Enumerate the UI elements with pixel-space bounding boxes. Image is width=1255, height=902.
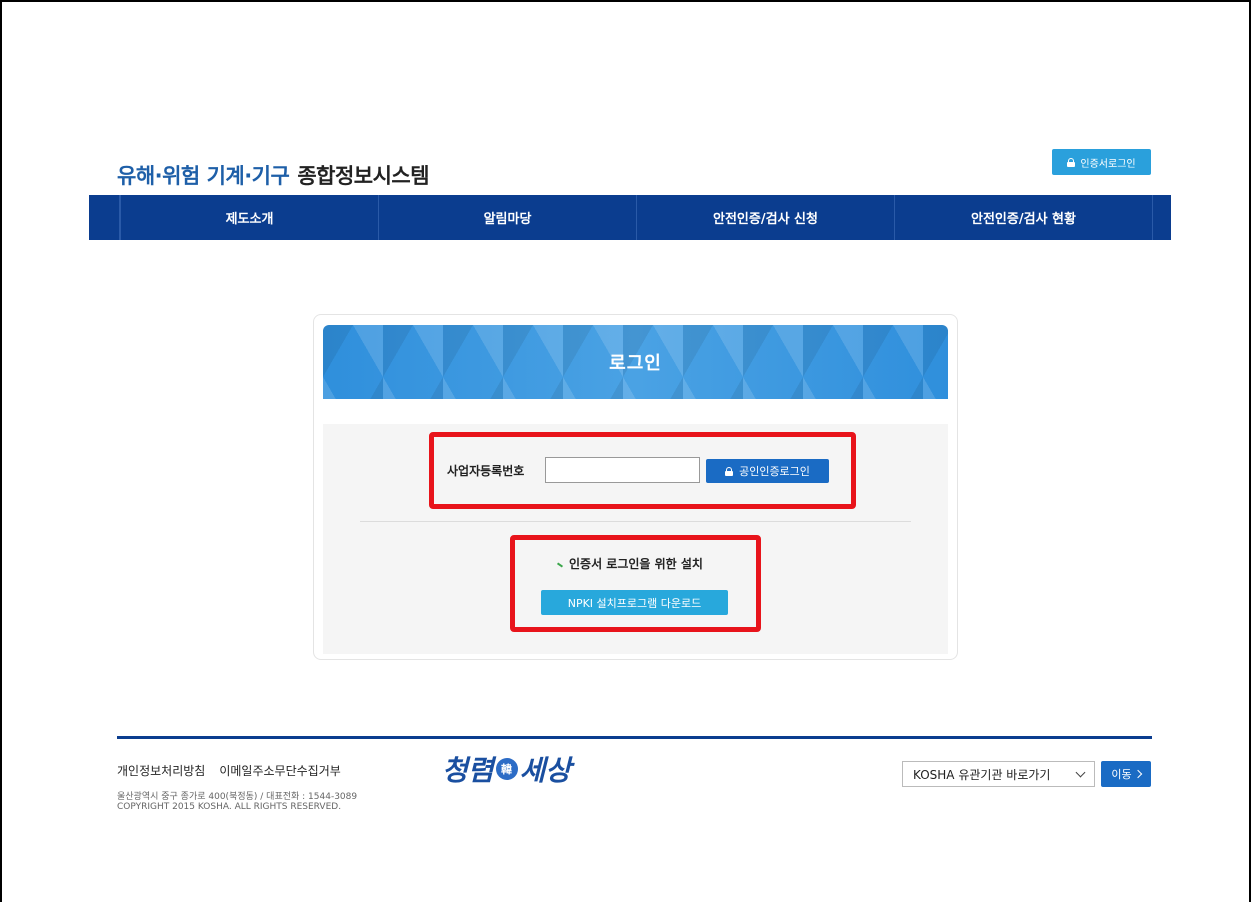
lock-icon: [1067, 157, 1076, 167]
site-title[interactable]: 유해·위험 기계·기구 종합정보시스템: [117, 160, 430, 190]
cert-login-label: 인증서로그인: [1080, 158, 1136, 170]
chevron-down-icon: [1075, 767, 1086, 778]
nav-item-status[interactable]: 안전인증/검사 현황: [894, 195, 1152, 240]
footer-address: 울산광역시 중구 종가로 400(북정동) / 대표전화 : 1544-3089: [117, 792, 358, 802]
go-label: 이동: [1111, 768, 1132, 781]
integrity-logo: 청렴 韓 세상: [442, 749, 571, 789]
footer-divider: [117, 736, 1152, 739]
related-sites-value: KOSHA 유관기관 바로가기: [913, 767, 1051, 782]
related-sites-select[interactable]: KOSHA 유관기관 바로가기: [902, 761, 1095, 787]
cert-login-button[interactable]: 인증서로그인: [1052, 149, 1151, 175]
footer-copyright: COPYRIGHT 2015 KOSHA. ALL RIGHTS RESERVE…: [117, 802, 342, 812]
footer-links: 개인정보처리방침 이메일주소무단수집거부: [117, 762, 341, 779]
main-nav: 제도소개 알림마당 안전인증/검사 신청 안전인증/검사 현황: [89, 195, 1171, 240]
nav-item-system-intro[interactable]: 제도소개: [120, 195, 378, 240]
site-title-primary: 유해·위험 기계·기구: [117, 164, 290, 188]
highlight-box-login: [429, 432, 856, 509]
privacy-policy-link[interactable]: 개인정보처리방침: [117, 762, 205, 779]
chevron-right-icon: [1133, 769, 1142, 779]
nav-item-notices[interactable]: 알림마당: [378, 195, 636, 240]
highlight-box-install: [510, 535, 761, 632]
login-banner: 로그인: [323, 325, 948, 399]
logo-text-left: 청렴: [442, 754, 494, 787]
logo-text-right: 세상: [519, 754, 572, 787]
nav-spacer: [1152, 195, 1171, 240]
divider: [360, 521, 911, 522]
site-title-secondary: 종합정보시스템: [297, 164, 430, 188]
logo-seal-icon: 韓: [495, 758, 518, 780]
email-refusal-link[interactable]: 이메일주소무단수집거부: [219, 762, 340, 779]
go-button[interactable]: 이동: [1101, 761, 1151, 787]
nav-item-apply[interactable]: 안전인증/검사 신청: [636, 195, 894, 240]
login-title: 로그인: [609, 353, 662, 374]
nav-spacer: [89, 195, 120, 240]
